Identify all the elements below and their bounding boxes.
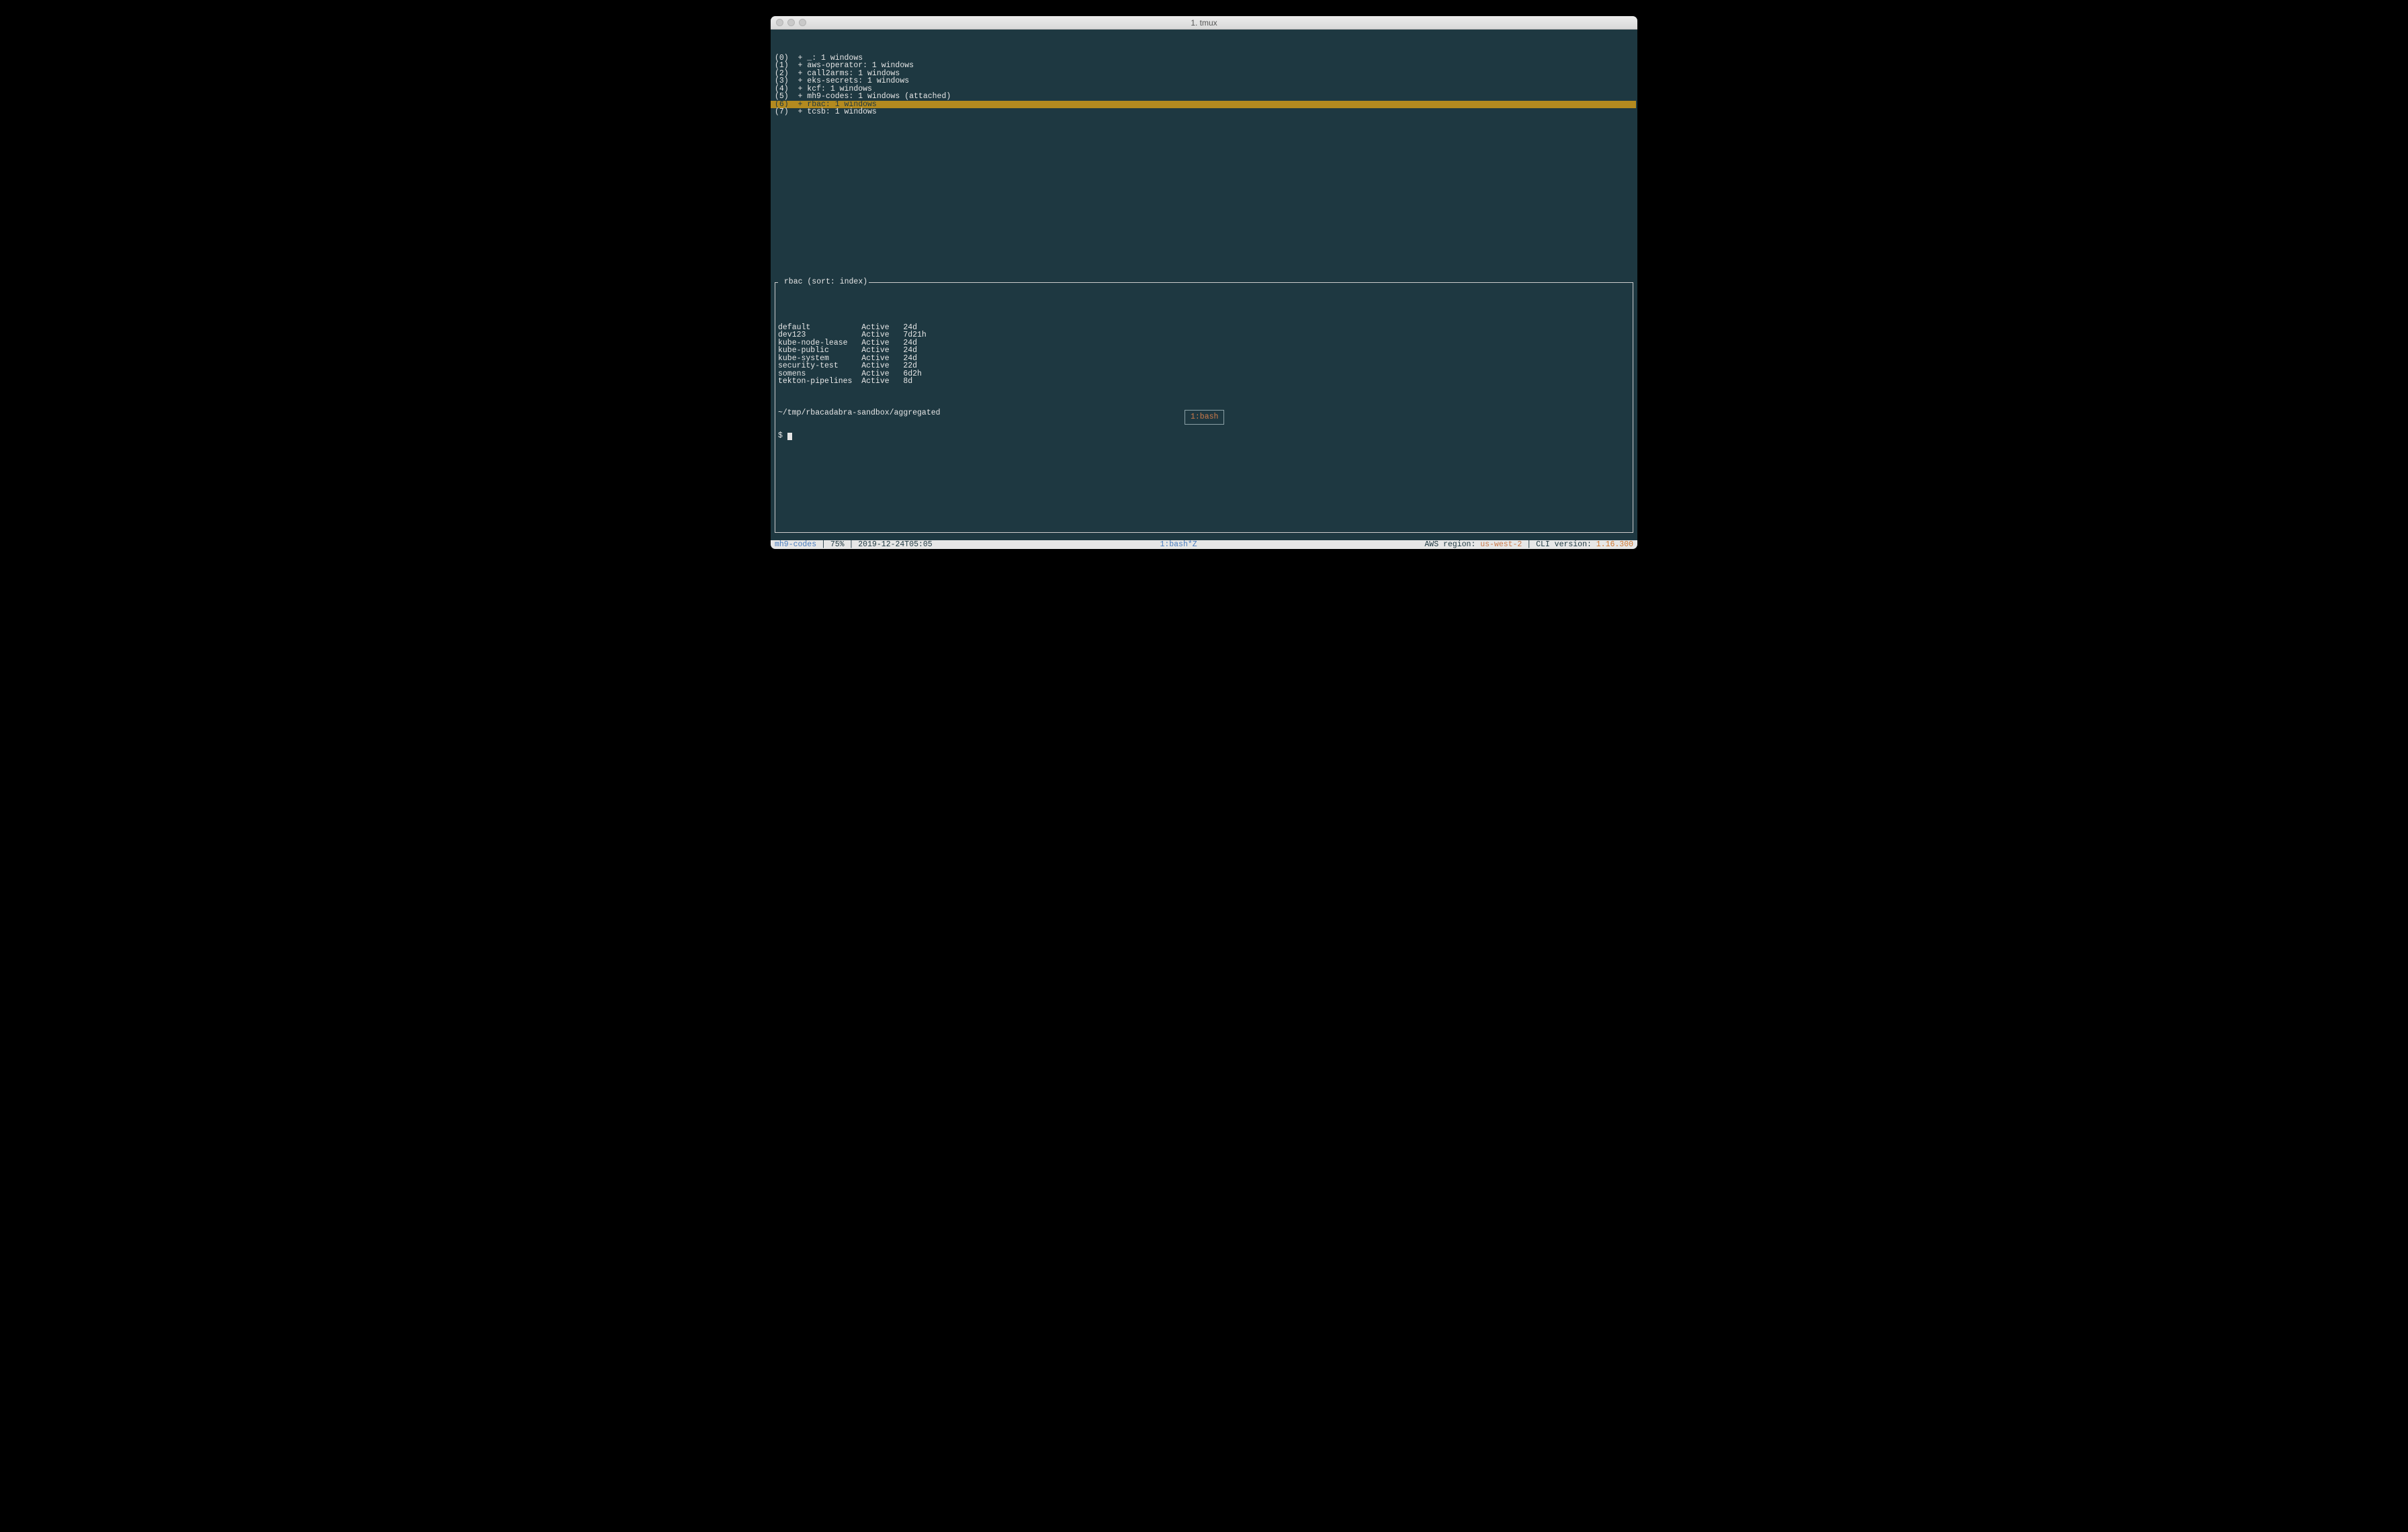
window-indicator: 1:bash: [1185, 410, 1224, 425]
cursor: [787, 433, 792, 440]
table-row: security-test Active 22d: [778, 362, 1630, 370]
tmux-status-bar: mh9-codes | 75% | 2019-12-24T05:05 1:bas…: [771, 540, 1637, 549]
preview-body: default Active 24ddev123 Active 7d21hkub…: [775, 306, 1633, 456]
session-item[interactable]: (5) + mh9-codes: 1 windows (attached): [771, 93, 1637, 101]
table-row: dev123 Active 7d21h: [778, 331, 1630, 339]
shell-prompt[interactable]: $: [778, 432, 1630, 440]
status-battery: 75%: [830, 540, 845, 549]
preview-title: rbac (sort: index): [778, 278, 869, 286]
namespace-table: default Active 24ddev123 Active 7d21hkub…: [778, 324, 1630, 386]
tmux-session-list[interactable]: (0) + _: 1 windows(1) + aws-operator: 1 …: [771, 53, 1637, 116]
session-item[interactable]: (3) + eks-secrets: 1 windows: [771, 77, 1637, 85]
table-row: kube-public Active 24d: [778, 347, 1630, 355]
terminal-viewport[interactable]: (0) + _: 1 windows(1) + aws-operator: 1 …: [771, 30, 1637, 540]
status-left: mh9-codes | 75% | 2019-12-24T05:05: [771, 540, 933, 549]
aws-region: us-west-2: [1480, 540, 1522, 549]
status-window-list: 1:bash*Z: [933, 540, 1425, 549]
session-item[interactable]: (6) + rbac: 1 windows: [771, 101, 1636, 109]
cli-version: 1.16.300: [1596, 540, 1633, 549]
window-title: 1. tmux: [771, 19, 1637, 27]
session-item[interactable]: (7) + tcsb: 1 windows: [771, 108, 1637, 116]
tmux-preview-pane: rbac (sort: index) default Active 24ddev…: [775, 282, 1633, 533]
status-session-name: mh9-codes: [775, 540, 816, 549]
titlebar[interactable]: 1. tmux: [771, 16, 1637, 30]
status-right: AWS region: us-west-2 | CLI version: 1.1…: [1424, 540, 1637, 549]
status-datetime: 2019-12-24T05:05: [858, 540, 932, 549]
terminal-window: 1. tmux (0) + _: 1 windows(1) + aws-oper…: [771, 16, 1637, 549]
session-item[interactable]: (1) + aws-operator: 1 windows: [771, 62, 1637, 70]
table-row: tekton-pipelines Active 8d: [778, 378, 1630, 386]
